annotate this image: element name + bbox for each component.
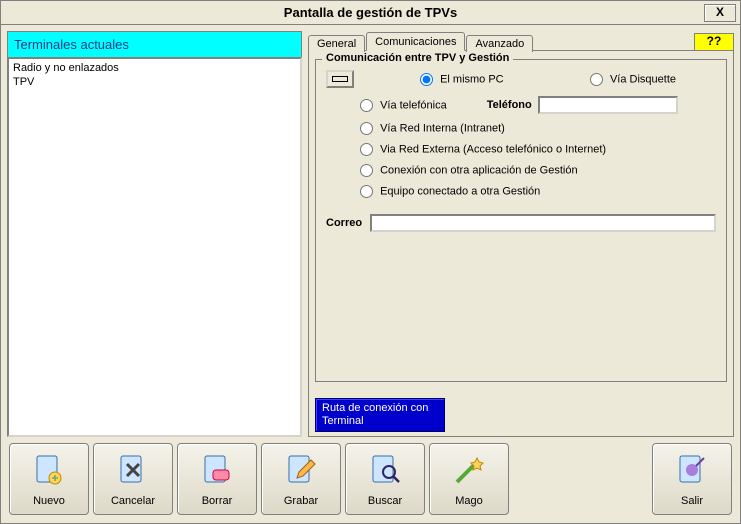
radio-externa-label: Via Red Externa (Acceso telefónico o Int… xyxy=(380,144,606,156)
list-item[interactable]: TPV xyxy=(13,75,296,89)
tab-comunicaciones[interactable]: Comunicaciones xyxy=(366,32,465,51)
radio-otra-gestion-input[interactable] xyxy=(360,185,373,198)
row-otra-gestion: Equipo conectado a otra Gestión xyxy=(326,185,716,198)
correo-label: Correo xyxy=(326,217,362,229)
radio-same-pc[interactable]: El mismo PC xyxy=(420,73,504,86)
toolbar-spacer xyxy=(513,443,648,515)
mago-button[interactable]: Mago xyxy=(429,443,509,515)
window: Pantalla de gestión de TPVs X Terminales… xyxy=(0,0,741,524)
correo-row: Correo xyxy=(326,214,716,232)
radio-telefonica[interactable]: Vía telefónica xyxy=(360,99,447,112)
ruta-conexion-button[interactable]: Ruta de conexión con Terminal xyxy=(315,398,445,432)
document-new-icon xyxy=(31,452,67,491)
salir-button[interactable]: Salir xyxy=(652,443,732,515)
right-panel: General Comunicaciones Avanzado ?? Comun… xyxy=(308,31,734,437)
row-externa: Via Red Externa (Acceso telefónico o Int… xyxy=(326,143,716,156)
buscar-button[interactable]: Buscar xyxy=(345,443,425,515)
radio-otra-gestion-label: Equipo conectado a otra Gestión xyxy=(380,186,540,198)
help-button[interactable]: ?? xyxy=(694,33,734,51)
groupbox-comunicacion: Comunicación entre TPV y Gestión El mism… xyxy=(315,59,727,382)
radio-otra-app[interactable]: Conexión con otra aplicación de Gestión xyxy=(360,164,578,177)
search-icon xyxy=(367,452,403,491)
nuevo-label: Nuevo xyxy=(33,495,65,507)
grabar-label: Grabar xyxy=(284,495,318,507)
correo-input[interactable] xyxy=(370,214,716,232)
tab-content: Comunicación entre TPV y Gestión El mism… xyxy=(308,50,734,437)
groupbox-title: Comunicación entre TPV y Gestión xyxy=(322,52,513,64)
radio-telefonica-input[interactable] xyxy=(360,99,373,112)
borrar-label: Borrar xyxy=(202,495,233,507)
radio-disquette-input[interactable] xyxy=(590,73,603,86)
radio-externa[interactable]: Via Red Externa (Acceso telefónico o Int… xyxy=(360,143,606,156)
borrar-button[interactable]: Borrar xyxy=(177,443,257,515)
buscar-label: Buscar xyxy=(368,495,402,507)
row-otra-app: Conexión con otra aplicación de Gestión xyxy=(326,164,716,177)
nuevo-button[interactable]: Nuevo xyxy=(9,443,89,515)
radio-intranet-input[interactable] xyxy=(360,122,373,135)
radio-same-pc-input[interactable] xyxy=(420,73,433,86)
list-item[interactable]: Radio y no enlazados xyxy=(13,61,296,75)
tabs-row: General Comunicaciones Avanzado ?? xyxy=(308,31,734,51)
row-intranet: Vía Red Interna (Intranet) xyxy=(326,122,716,135)
radio-intranet[interactable]: Vía Red Interna (Intranet) xyxy=(360,122,505,135)
radio-telefonica-label: Vía telefónica xyxy=(380,99,447,111)
body: Terminales actuales Radio y no enlazados… xyxy=(1,25,740,523)
terminal-list-header: Terminales actuales xyxy=(7,31,302,57)
main-row: Terminales actuales Radio y no enlazados… xyxy=(7,31,734,437)
salir-label: Salir xyxy=(681,495,703,507)
screen-icon xyxy=(326,70,354,88)
left-panel: Terminales actuales Radio y no enlazados… xyxy=(7,31,302,437)
radio-otra-gestion[interactable]: Equipo conectado a otra Gestión xyxy=(360,185,540,198)
telefono-input[interactable] xyxy=(538,96,678,114)
window-title: Pantalla de gestión de TPVs xyxy=(284,5,457,20)
tab-spacer xyxy=(534,50,694,51)
row-telefonica: Vía telefónica Teléfono xyxy=(326,96,716,114)
radio-otra-app-input[interactable] xyxy=(360,164,373,177)
radio-disquette-label: Vía Disquette xyxy=(610,73,676,85)
wizard-wand-icon xyxy=(451,452,487,491)
cancelar-button[interactable]: Cancelar xyxy=(93,443,173,515)
radio-intranet-label: Vía Red Interna (Intranet) xyxy=(380,123,505,135)
titlebar: Pantalla de gestión de TPVs X xyxy=(1,1,740,25)
radio-same-pc-label: El mismo PC xyxy=(440,73,504,85)
cancelar-label: Cancelar xyxy=(111,495,155,507)
document-cancel-icon xyxy=(115,452,151,491)
close-button[interactable]: X xyxy=(704,4,736,22)
eraser-icon xyxy=(199,452,235,491)
tab-avanzado[interactable]: Avanzado xyxy=(466,35,533,52)
grabar-button[interactable]: Grabar xyxy=(261,443,341,515)
row-same-disquette: El mismo PC Vía Disquette xyxy=(326,70,716,88)
radio-otra-app-label: Conexión con otra aplicación de Gestión xyxy=(380,165,578,177)
radio-externa-input[interactable] xyxy=(360,143,373,156)
mago-label: Mago xyxy=(455,495,483,507)
telefono-label: Teléfono xyxy=(487,99,532,111)
tab-general[interactable]: General xyxy=(308,35,365,52)
terminal-listbox[interactable]: Radio y no enlazados TPV xyxy=(7,57,302,437)
exit-icon xyxy=(674,452,710,491)
save-pencil-icon xyxy=(283,452,319,491)
radio-disquette[interactable]: Vía Disquette xyxy=(590,73,676,86)
toolbar: Nuevo Cancelar Borrar Grabar xyxy=(7,437,734,517)
